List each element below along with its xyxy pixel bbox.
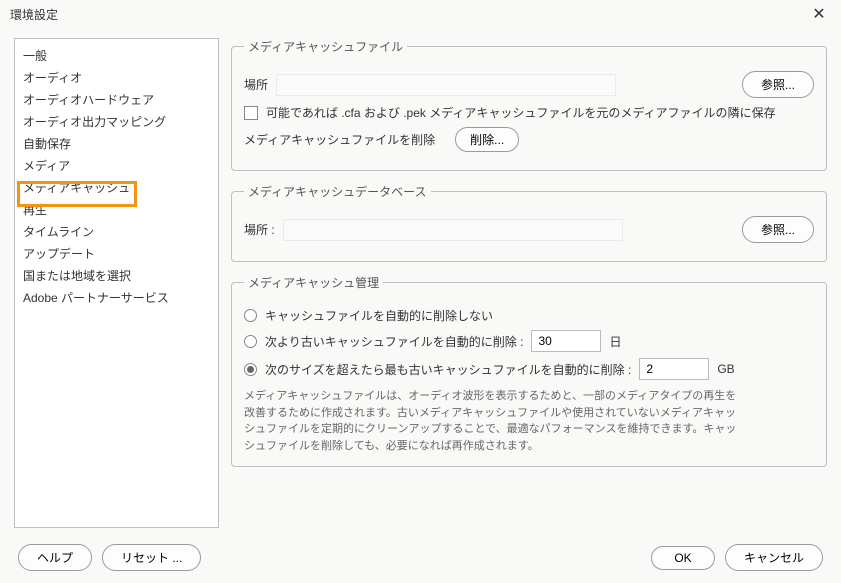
delete-cache-label: メディアキャッシュファイルを削除 [244,131,435,148]
close-icon[interactable]: ✕ [807,2,831,26]
cache-files-path-field [276,74,616,96]
help-button[interactable]: ヘルプ [18,544,92,571]
opt-size-radio[interactable] [244,363,257,376]
size-unit: GB [717,362,734,376]
footer: ヘルプ リセット ... OK キャンセル [0,544,841,571]
sidebar-item-update[interactable]: アップデート [15,243,218,265]
titlebar: 環境設定 ✕ [0,0,841,28]
sidebar-item-timeline[interactable]: タイムライン [15,221,218,243]
cache-db-legend: メディアキャッシュデータベース [244,183,431,200]
sidebar-item-adobe-partner[interactable]: Adobe パートナーサービス [15,287,218,309]
sidebar-item-autosave[interactable]: 自動保存 [15,133,218,155]
opt-days-radio[interactable] [244,335,257,348]
cache-db-location-row: 場所 : 参照... [244,216,814,243]
sidebar: 一般 オーディオ オーディオハードウェア オーディオ出力マッピング 自動保存 メ… [14,38,219,528]
opt-none-row: キャッシュファイルを自動的に削除しない [244,307,814,324]
sidebar-item-media[interactable]: メディア [15,155,218,177]
sidebar-item-audio-hardware[interactable]: オーディオハードウェア [15,89,218,111]
cache-files-location-row: 場所 参照... [244,71,814,98]
opt-none-radio[interactable] [244,309,257,322]
days-input[interactable] [531,330,601,352]
cache-db-path-field [283,219,623,241]
opt-days-label: 次より古いキャッシュファイルを自動的に削除 : [265,333,523,350]
delete-cache-button[interactable]: 削除... [455,127,519,152]
save-next-to-media-checkbox[interactable] [244,106,258,120]
sidebar-item-general[interactable]: 一般 [15,45,218,67]
opt-size-row: 次のサイズを超えたら最も古いキャッシュファイルを自動的に削除 : GB [244,358,814,380]
section-cache-files: メディアキャッシュファイル 場所 参照... 可能であれば .cfa および .… [231,38,827,171]
cache-files-checkbox-row: 可能であれば .cfa および .pek メディアキャッシュファイルを元のメディ… [244,104,814,121]
sidebar-item-region[interactable]: 国または地域を選択 [15,265,218,287]
cache-files-location-label: 場所 [244,76,268,93]
days-unit: 日 [609,333,621,350]
cache-db-browse-button[interactable]: 参照... [742,216,814,243]
save-next-to-media-label: 可能であれば .cfa および .pek メディアキャッシュファイルを元のメディ… [266,104,776,121]
cache-files-browse-button[interactable]: 参照... [742,71,814,98]
dialog-body: 一般 オーディオ オーディオハードウェア オーディオ出力マッピング 自動保存 メ… [0,28,841,528]
section-cache-db: メディアキャッシュデータベース 場所 : 参照... [231,183,827,262]
sidebar-item-playback[interactable]: 再生 [15,199,218,221]
content-panel: メディアキャッシュファイル 場所 参照... 可能であれば .cfa および .… [231,38,827,528]
opt-size-label: 次のサイズを超えたら最も古いキャッシュファイルを自動的に削除 : [265,361,631,378]
cache-mgmt-help-text: メディアキャッシュファイルは、オーディオ波形を表示するためと、一部のメディアタイ… [244,388,744,454]
reset-button[interactable]: リセット ... [102,544,201,571]
sidebar-item-audio[interactable]: オーディオ [15,67,218,89]
sidebar-item-audio-output-mapping[interactable]: オーディオ出力マッピング [15,111,218,133]
section-cache-mgmt: メディアキャッシュ管理 キャッシュファイルを自動的に削除しない 次より古いキャッ… [231,274,827,467]
cancel-button[interactable]: キャンセル [725,544,823,571]
opt-days-row: 次より古いキャッシュファイルを自動的に削除 : 日 [244,330,814,352]
preferences-dialog: 環境設定 ✕ 一般 オーディオ オーディオハードウェア オーディオ出力マッピング… [0,0,841,583]
opt-none-label: キャッシュファイルを自動的に削除しない [265,307,493,324]
cache-files-delete-row: メディアキャッシュファイルを削除 削除... [244,127,814,152]
sidebar-item-media-cache[interactable]: メディアキャッシュ [15,177,218,199]
cache-db-location-label: 場所 : [244,221,275,238]
size-input[interactable] [639,358,709,380]
ok-button[interactable]: OK [651,546,715,570]
cache-files-legend: メディアキャッシュファイル [244,38,407,55]
cache-mgmt-legend: メディアキャッシュ管理 [244,274,383,291]
dialog-title: 環境設定 [10,6,58,23]
